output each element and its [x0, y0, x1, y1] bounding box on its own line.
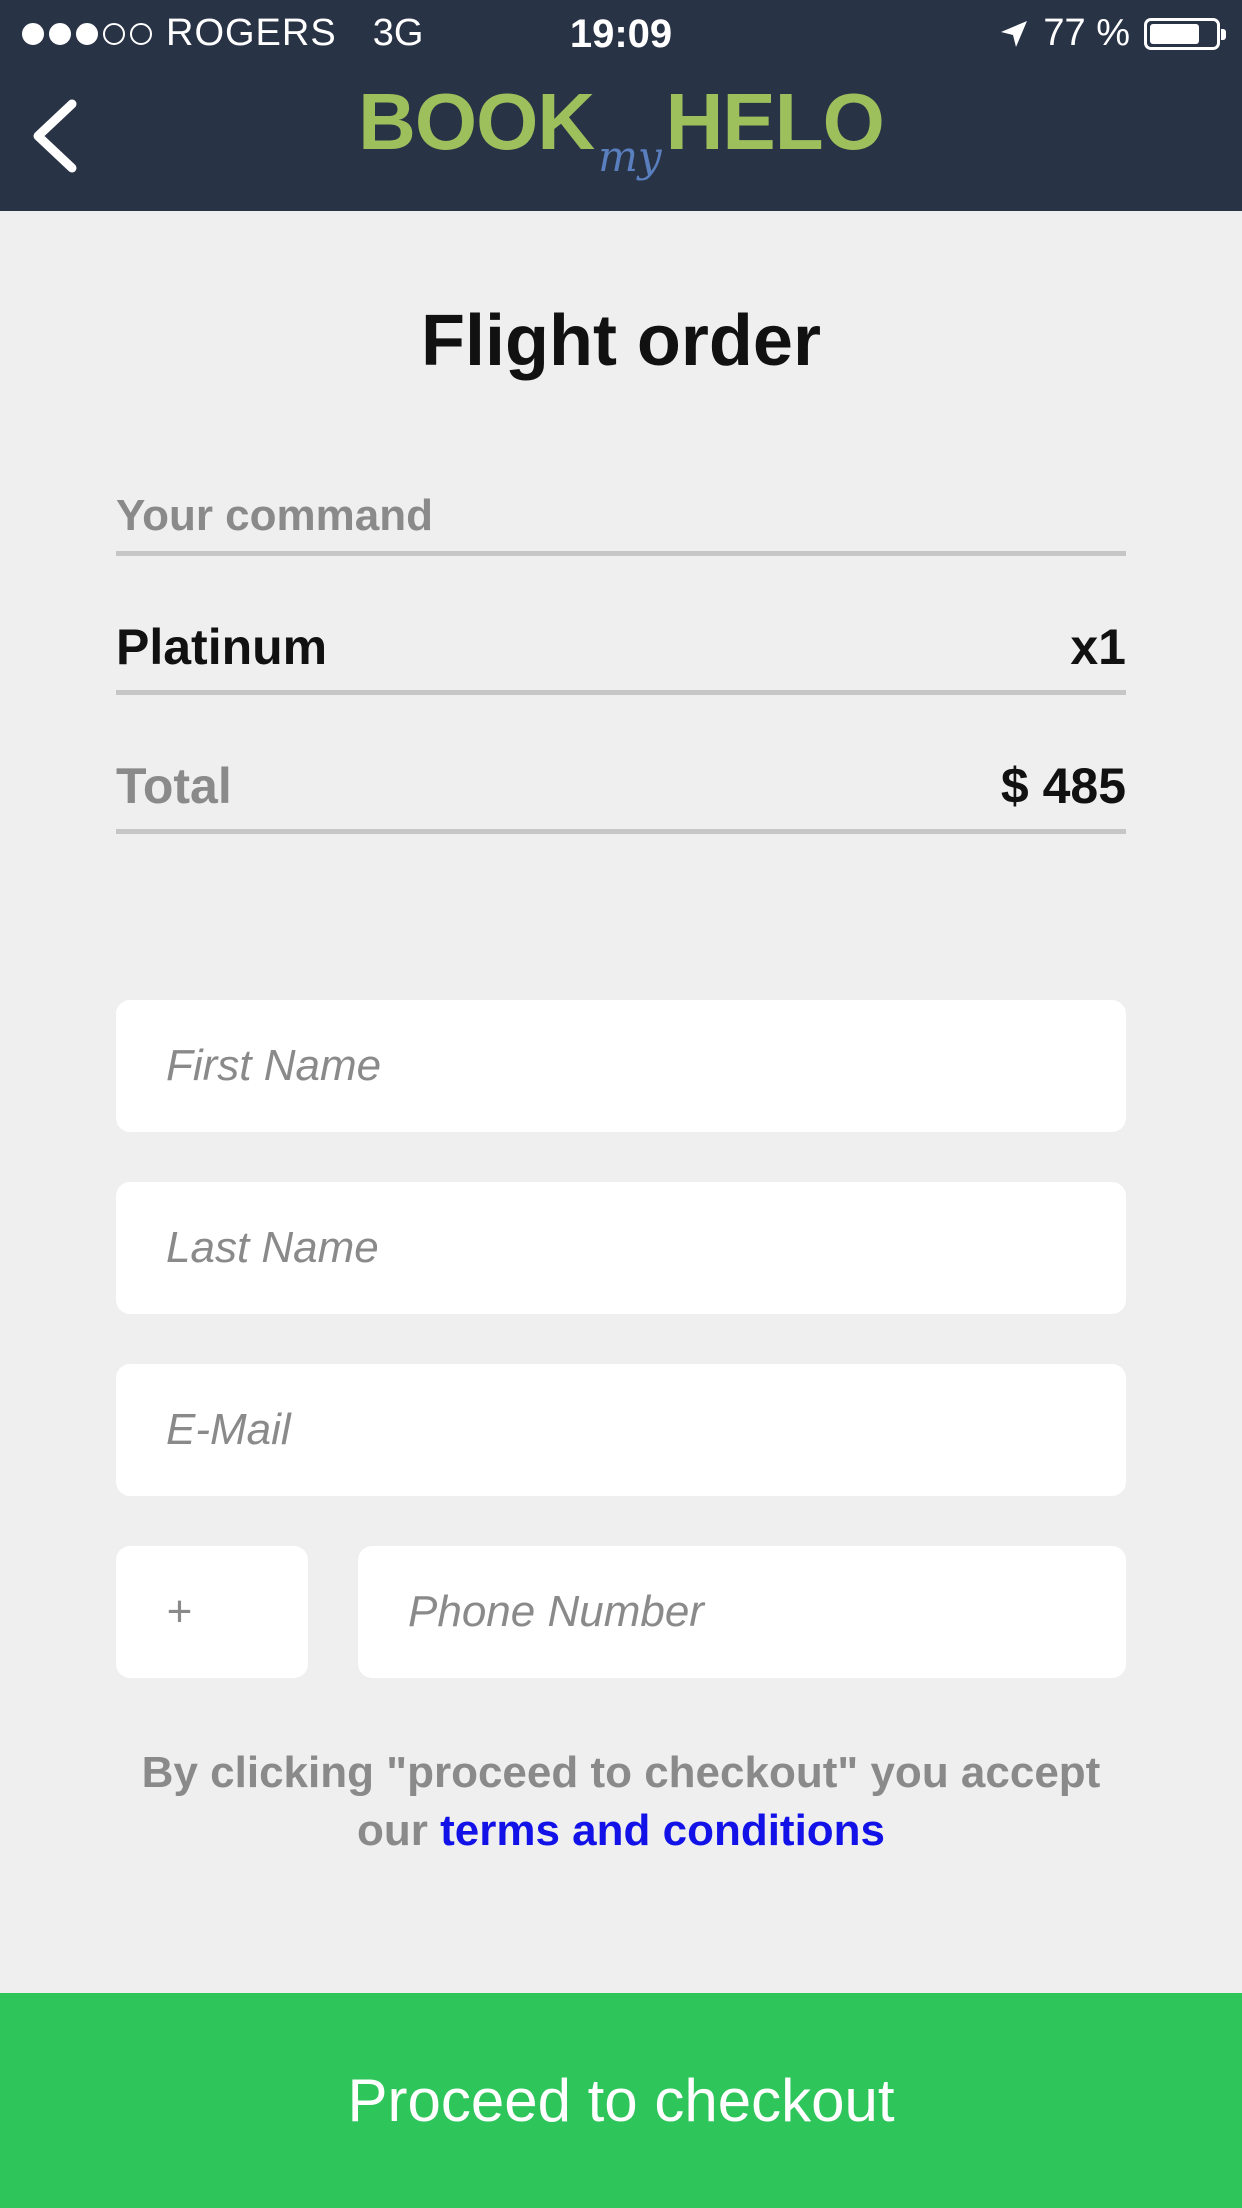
total-row: Total $ 485	[116, 750, 1126, 834]
battery-percent: 77 %	[1043, 12, 1130, 54]
country-code-input[interactable]	[116, 1546, 308, 1678]
email-input[interactable]	[116, 1364, 1126, 1496]
terms-notice: By clicking "proceed to checkout" you ac…	[116, 1744, 1126, 1860]
book-my-helo-logo: BOOKmyHELO	[358, 77, 885, 182]
total-label: Total	[116, 758, 232, 814]
item-quantity: x1	[1070, 619, 1126, 675]
terms-link[interactable]: terms and conditions	[440, 1806, 885, 1855]
first-name-input[interactable]	[116, 1000, 1126, 1132]
location-arrow-icon	[1001, 20, 1028, 47]
battery-icon	[1144, 17, 1226, 50]
status-bar: ROGERS 3G 19:09 77 %	[0, 0, 1242, 66]
your-command-row: Your command	[116, 490, 1126, 556]
order-item-row: Platinum x1	[116, 610, 1126, 695]
phone-number-input[interactable]	[358, 1546, 1126, 1678]
your-command-label: Your command	[116, 491, 434, 540]
last-name-input[interactable]	[116, 1182, 1126, 1314]
page-title: Flight order	[421, 301, 821, 381]
total-value: $ 485	[1000, 758, 1126, 814]
status-right: 77 %	[999, 12, 1226, 55]
proceed-to-checkout-button[interactable]: Proceed to checkout	[0, 1993, 1242, 2208]
app-header: ROGERS 3G 19:09 77 % BOOKmyHELO	[0, 0, 1242, 211]
item-name: Platinum	[116, 619, 328, 675]
